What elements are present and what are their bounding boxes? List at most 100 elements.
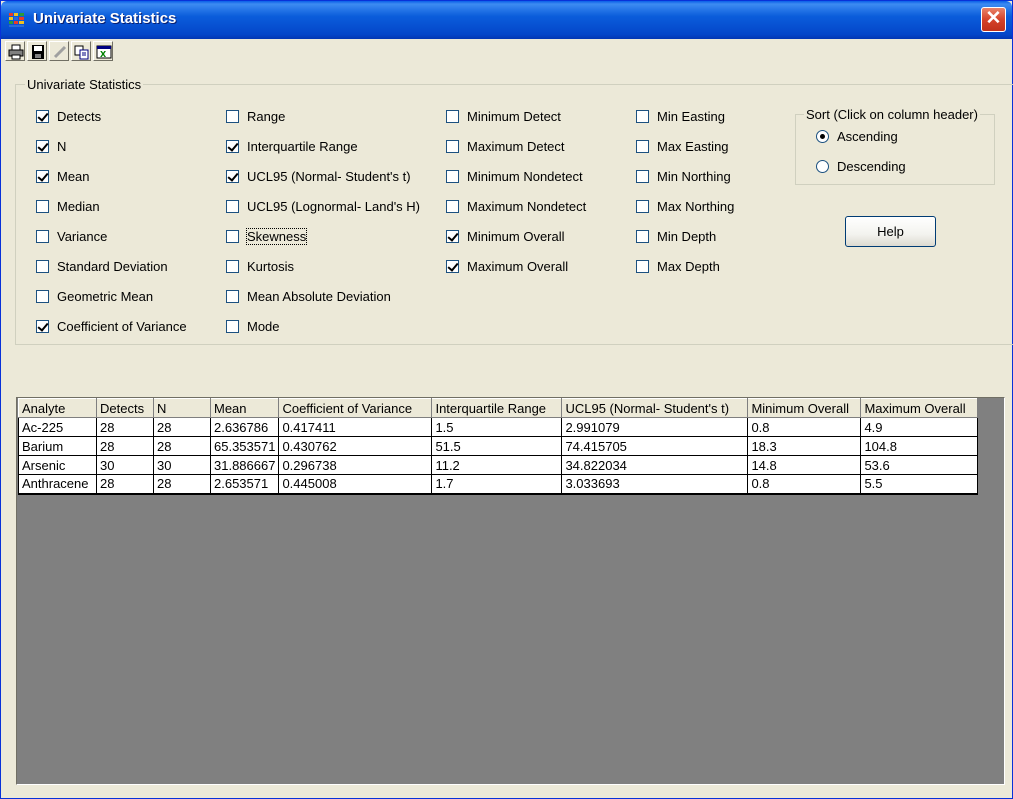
option-max-northing[interactable]: Max Northing [636,197,734,215]
table-cell[interactable]: Arsenic [18,455,97,475]
radio-descending[interactable] [816,159,829,173]
table-cell[interactable]: 28 [153,474,211,495]
checkbox[interactable] [446,109,459,123]
checkbox[interactable] [446,169,459,183]
option-minimum-nondetect[interactable]: Minimum Nondetect [446,167,583,185]
column-header[interactable]: Coefficient of Variance [278,398,433,418]
table-cell[interactable]: 28 [153,436,211,456]
table-row[interactable]: Arsenic 30 30 31.886667 0.296738 11.2 34.82203… [18,455,979,475]
table-cell[interactable]: 34.822034 [561,455,749,475]
checkbox[interactable] [636,259,649,273]
checkbox[interactable] [446,199,459,213]
table-cell[interactable]: 28 [96,436,154,456]
table-cell[interactable]: 1.5 [431,417,563,437]
table-cell[interactable]: Barium [18,436,97,456]
table-cell[interactable]: 28 [96,474,154,495]
option-min-northing[interactable]: Min Northing [636,167,731,185]
checkbox[interactable] [36,199,49,213]
option-minimum-overall[interactable]: Minimum Overall [446,227,565,245]
checkbox[interactable] [226,259,239,273]
table-cell[interactable]: 5.5 [860,474,979,495]
table-cell[interactable]: 18.3 [747,436,862,456]
copy-button[interactable] [71,41,91,61]
checkbox[interactable] [636,199,649,213]
table-cell[interactable]: 4.9 [860,417,979,437]
checkbox[interactable] [36,229,49,243]
option-detects[interactable]: Detects [36,107,101,125]
table-cell[interactable]: 0.8 [747,474,862,495]
checkbox[interactable] [446,259,459,273]
checkbox[interactable] [226,229,239,243]
checkbox[interactable] [226,109,239,123]
option-coefficient-of-variance[interactable]: Coefficient of Variance [36,317,187,335]
option-max-depth[interactable]: Max Depth [636,257,720,275]
option-mean[interactable]: Mean [36,167,90,185]
option-maximum-detect[interactable]: Maximum Detect [446,137,565,155]
table-cell[interactable]: 0.417411 [278,417,433,437]
option-maximum-overall[interactable]: Maximum Overall [446,257,568,275]
sort-ascending-option[interactable]: Ascending [816,127,898,145]
table-cell[interactable]: 31.886667 [209,455,280,475]
table-cell[interactable]: 0.296738 [278,455,433,475]
table-cell[interactable]: 3.033693 [561,474,749,495]
table-cell[interactable]: 14.8 [747,455,862,475]
option-kurtosis[interactable]: Kurtosis [226,257,294,275]
option-min-depth[interactable]: Min Depth [636,227,716,245]
table-cell[interactable]: 1.7 [431,474,563,495]
table-cell[interactable]: 11.2 [431,455,563,475]
edit-button[interactable] [49,41,69,61]
option-mean-absolute-deviation[interactable]: Mean Absolute Deviation [226,287,391,305]
column-header[interactable]: UCL95 (Normal- Student's t) [561,398,749,418]
checkbox[interactable] [226,199,239,213]
column-header[interactable]: Maximum Overall [860,398,979,418]
print-button[interactable] [5,41,25,61]
checkbox[interactable] [226,319,239,333]
table-cell[interactable]: 2.636786 [209,417,280,437]
option-geometric-mean[interactable]: Geometric Mean [36,287,153,305]
checkbox[interactable] [636,229,649,243]
checkbox[interactable] [36,109,49,123]
option-standard-deviation[interactable]: Standard Deviation [36,257,168,275]
checkbox[interactable] [636,169,649,183]
option-max-easting[interactable]: Max Easting [636,137,729,155]
table-cell[interactable]: Anthracene [18,474,97,495]
help-button[interactable]: Help [845,216,936,247]
table-cell[interactable]: 65.353571 [209,436,280,456]
checkbox[interactable] [226,289,239,303]
option-skewness[interactable]: Skewness [226,227,308,245]
table-cell[interactable]: 0.8 [747,417,862,437]
table-cell[interactable]: 30 [153,455,211,475]
option-interquartile-range[interactable]: Interquartile Range [226,137,358,155]
checkbox[interactable] [36,319,49,333]
column-header[interactable]: Analyte [18,398,97,418]
checkbox[interactable] [36,259,49,273]
option-min-easting[interactable]: Min Easting [636,107,725,125]
save-button[interactable] [27,41,47,61]
checkbox[interactable] [226,139,239,153]
table-row[interactable]: Ac-225 28 28 2.636786 0.417411 1.5 2.991079 0.8… [18,417,979,437]
checkbox[interactable] [636,109,649,123]
table-cell[interactable]: 30 [96,455,154,475]
option-maximum-nondetect[interactable]: Maximum Nondetect [446,197,586,215]
column-header[interactable]: Mean [209,398,280,418]
option-n[interactable]: N [36,137,66,155]
column-header[interactable]: Minimum Overall [747,398,862,418]
table-cell[interactable]: 2.653571 [209,474,280,495]
column-header[interactable]: Detects [96,398,154,418]
option-variance[interactable]: Variance [36,227,107,245]
checkbox[interactable] [36,169,49,183]
table-cell[interactable]: 0.430762 [278,436,433,456]
checkbox[interactable] [226,169,239,183]
export-excel-button[interactable]: X [93,41,113,61]
table-cell[interactable]: Ac-225 [18,417,97,437]
table-cell[interactable]: 53.6 [860,455,979,475]
column-header[interactable]: N [153,398,211,418]
table-row[interactable]: Barium 28 28 65.353571 0.430762 51.5 74.415705… [18,436,979,456]
option-minimum-detect[interactable]: Minimum Detect [446,107,561,125]
table-cell[interactable]: 0.445008 [278,474,433,495]
option-median[interactable]: Median [36,197,100,215]
table-cell[interactable]: 28 [153,417,211,437]
option-mode[interactable]: Mode [226,317,280,335]
option-ucl95-lognormal-land-s-h[interactable]: UCL95 (Lognormal- Land's H) [226,197,420,215]
option-range[interactable]: Range [226,107,285,125]
